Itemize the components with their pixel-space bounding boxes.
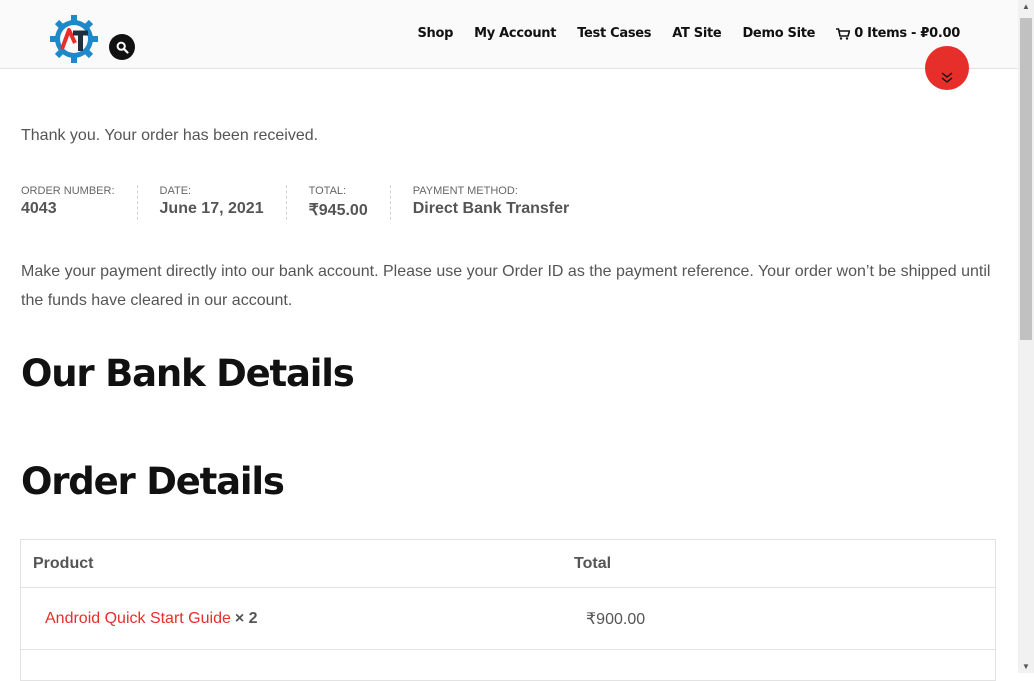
column-header-product: Product: [33, 554, 94, 572]
nav-cart[interactable]: 0 Items - ₽0.00: [836, 26, 960, 41]
nav-test-cases[interactable]: Test Cases: [577, 26, 651, 41]
table-header-row: Product Total: [21, 540, 995, 588]
order-date: DATE: June 17, 2021: [160, 185, 287, 220]
order-number-value: 4043: [21, 200, 57, 217]
order-total-label: TOTAL:: [308, 185, 347, 197]
payment-method: PAYMENT METHOD: Direct Bank Transfer: [413, 185, 592, 220]
thank-you-message: Thank you. Your order has been received.: [21, 127, 319, 144]
main-nav: Shop My Account Test Cases AT Site Demo …: [417, 26, 960, 41]
vertical-scrollbar[interactable]: ▲ ▼: [1018, 0, 1034, 673]
scrollbar-thumb[interactable]: [1020, 18, 1032, 340]
order-received-content: Thank you. Your order has been received.…: [21, 127, 996, 309]
order-number: ORDER NUMBER: 4043: [21, 185, 138, 220]
payment-method-label: PAYMENT METHOD:: [412, 185, 518, 197]
product-total: ₹900.00: [586, 610, 646, 628]
order-date-label: DATE:: [159, 185, 192, 197]
product-link[interactable]: Android Quick Start Guide: [45, 610, 231, 628]
site-logo[interactable]: [48, 13, 100, 65]
column-header-total: Total: [574, 554, 612, 572]
payment-instructions: Make your payment directly into our bank…: [21, 263, 991, 309]
order-total: TOTAL: ₹945.00: [309, 185, 391, 220]
cart-label: 0 Items - ₽0.00: [854, 26, 960, 41]
order-details-heading: Order Details: [21, 460, 285, 503]
search-button[interactable]: [109, 34, 135, 60]
order-number-label: ORDER NUMBER:: [21, 185, 115, 197]
order-overview: ORDER NUMBER: 4043 DATE: June 17, 2021 T…: [21, 185, 613, 220]
table-row: [21, 650, 995, 681]
nav-my-account[interactable]: My Account: [474, 26, 556, 41]
site-header: Shop My Account Test Cases AT Site Demo …: [0, 0, 1018, 69]
bank-details-heading: Our Bank Details: [21, 352, 355, 395]
double-chevron-down-icon: [941, 72, 953, 83]
product-cell: Android Quick Start Guide × 2: [21, 588, 574, 649]
order-date-value: June 17, 2021: [159, 200, 264, 217]
search-icon: [116, 41, 129, 54]
scroll-up-arrow-icon[interactable]: ▲: [1022, 2, 1030, 11]
scroll-down-button[interactable]: [925, 46, 969, 90]
gear-logo-icon: [50, 15, 98, 63]
payment-method-value: Direct Bank Transfer: [412, 200, 570, 217]
order-details-table: Product Total Android Quick Start Guide …: [20, 539, 996, 681]
product-quantity: × 2: [234, 609, 258, 627]
order-total-value: ₹945.00: [308, 202, 368, 219]
nav-shop[interactable]: Shop: [417, 26, 453, 41]
nav-at-site[interactable]: AT Site: [672, 26, 722, 41]
cart-icon: [836, 27, 851, 40]
scroll-down-arrow-icon[interactable]: ▼: [1022, 662, 1030, 671]
table-row: Android Quick Start Guide × 2 ₹900.00: [21, 588, 995, 650]
nav-demo-site[interactable]: Demo Site: [742, 26, 815, 41]
